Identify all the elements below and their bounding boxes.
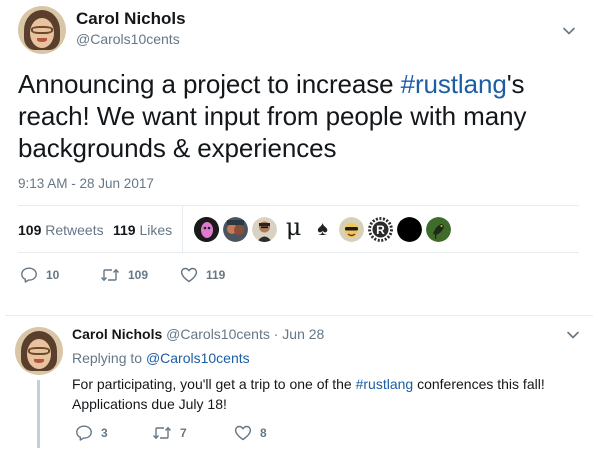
hashtag-link[interactable]: #rustlang <box>401 69 507 99</box>
liker-avatar[interactable] <box>194 217 219 242</box>
main-tweet: Carol Nichols @Carols10cents Announcing … <box>0 0 599 316</box>
retweet-icon <box>100 266 128 284</box>
bird-icon[interactable] <box>426 217 451 242</box>
like-count: 119 <box>206 268 226 282</box>
svg-text:R: R <box>376 223 385 237</box>
mention-link[interactable]: @Carols10cents <box>146 350 250 366</box>
rust-logo-icon[interactable]: R <box>368 217 393 242</box>
retweet-icon <box>152 424 180 442</box>
liker-avatar[interactable] <box>397 217 422 242</box>
like-button[interactable]: 119 <box>180 266 225 284</box>
stats-divider <box>182 206 183 252</box>
retweet-count: 109 <box>128 268 149 282</box>
retweet-button[interactable]: 109 <box>100 266 148 284</box>
liker-avatar[interactable] <box>223 217 248 242</box>
reply-tweet: Carol Nichols @Carols10cents · Jun 28 Re… <box>0 316 599 455</box>
reply-date[interactable]: · Jun 28 <box>274 326 325 342</box>
liker-avatar-mu[interactable]: μ <box>281 215 306 240</box>
retweet-count: 7 <box>180 426 187 440</box>
retweets-count: 109 <box>18 222 42 238</box>
reply-text: For participating, you'll get a trip to … <box>72 374 572 414</box>
retweets-stat[interactable]: 109 Retweets <box>18 222 104 238</box>
reply-text-part: For participating, you'll get a trip to … <box>72 376 356 392</box>
replying-label: Replying to <box>72 350 143 366</box>
hashtag-link[interactable]: #rustlang <box>356 376 414 392</box>
like-button[interactable]: 8 <box>234 424 267 442</box>
reply-button[interactable]: 3 <box>75 424 108 442</box>
author-handle[interactable]: @Carols10cents <box>76 31 180 47</box>
reply-author-avatar[interactable] <box>15 327 63 375</box>
retweets-label: Retweets <box>45 222 104 238</box>
reply-header: Carol Nichols @Carols10cents · Jun 28 <box>72 326 324 342</box>
reply-count: 3 <box>101 426 108 440</box>
liker-avatar[interactable] <box>252 217 277 242</box>
heart-icon <box>180 266 206 284</box>
tweet-text: Announcing a project to increase #rustla… <box>18 68 588 164</box>
reply-icon <box>75 424 101 442</box>
tweet-actions: 10 109 119 <box>20 266 320 286</box>
author-avatar[interactable] <box>18 6 66 54</box>
retweet-button[interactable]: 7 <box>152 424 187 442</box>
reply-count: 10 <box>46 268 60 282</box>
reply-author-name[interactable]: Carol Nichols <box>72 326 162 342</box>
reply-actions: 3 7 8 <box>75 424 375 444</box>
author-name[interactable]: Carol Nichols <box>76 9 186 29</box>
chevron-down-icon[interactable] <box>562 24 576 38</box>
thread-line <box>37 380 40 448</box>
liker-avatar[interactable] <box>339 217 364 242</box>
like-count: 8 <box>260 426 267 440</box>
tweet-text-part: Announcing a project to increase <box>18 69 401 99</box>
tweet-timestamp[interactable]: 9:13 AM - 28 Jun 2017 <box>18 176 154 191</box>
heart-icon <box>234 424 260 442</box>
reply-button[interactable]: 10 <box>20 266 59 284</box>
reply-icon <box>20 266 46 284</box>
replying-to: Replying to @Carols10cents <box>72 350 250 366</box>
reply-author-handle[interactable]: @Carols10cents <box>166 326 270 342</box>
chevron-down-icon[interactable] <box>566 328 580 342</box>
likes-label: Likes <box>139 222 173 238</box>
likes-stat[interactable]: 119 Likes <box>113 222 172 238</box>
likes-count: 119 <box>113 222 136 238</box>
liker-avatar-spade[interactable]: ♠ <box>310 217 335 242</box>
stats-row: 109 Retweets 119 Likes μ ♠ R <box>18 205 579 253</box>
